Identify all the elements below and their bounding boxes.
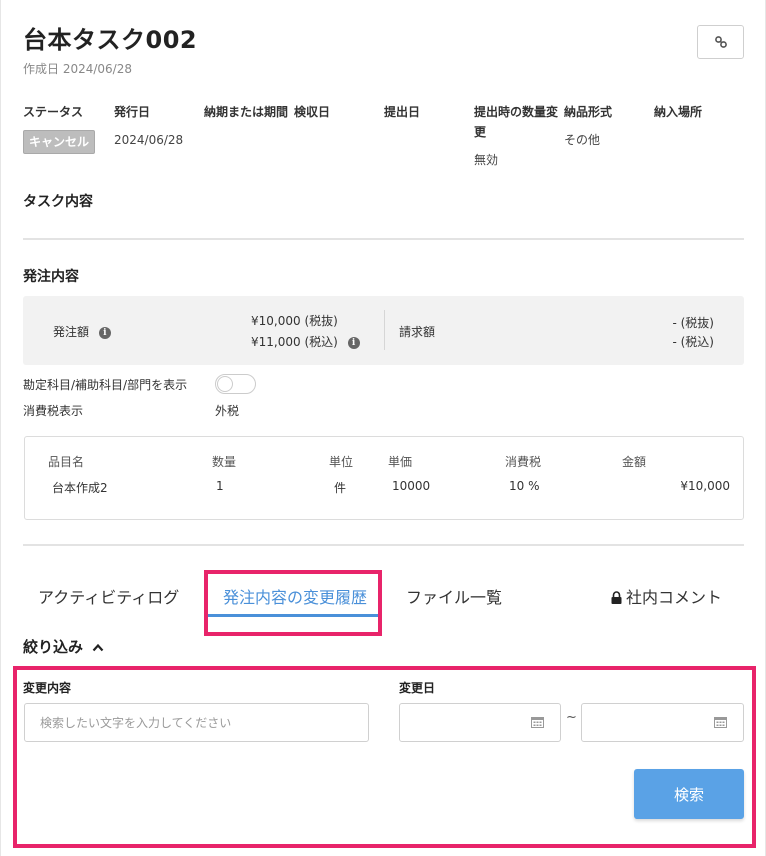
tab-file-list[interactable]: ファイル一覧 [406, 584, 502, 608]
calendar-icon[interactable] [714, 716, 727, 728]
item-qty-cell: 1 [216, 479, 224, 493]
item-price-cell: 10000 [392, 479, 431, 493]
tab-internal-comments[interactable]: 社内コメント [611, 584, 722, 608]
change-content-label: 変更内容 [23, 681, 72, 695]
tax-display-value: 外税 [215, 404, 240, 418]
delivery-format-label: 納品形式 [564, 105, 613, 119]
order-heading: 発注内容 [23, 269, 79, 285]
copy-link-button[interactable] [697, 25, 744, 59]
tab-activity-log[interactable]: アクティビティログ [38, 584, 179, 608]
tab-bar: アクティビティログ 発注内容の変更履歴 ファイル一覧 社内コメント [23, 570, 744, 622]
tab-internal-comments-label: 社内コメント [626, 588, 723, 607]
task-content-heading: タスク内容 [23, 194, 93, 210]
chevron-up-icon [92, 643, 104, 652]
show-accounts-label: 勘定科目/補助科目/部門を表示 [23, 378, 188, 392]
order-amount-incl: ¥11,000 (税込) [251, 335, 338, 349]
info-icon[interactable]: i [98, 326, 111, 339]
tab-highlight-frame [204, 570, 382, 636]
filter-highlight-frame [13, 666, 756, 848]
qty-change-label: 提出時の数量変更 [474, 105, 559, 139]
issue-date-value: 2024/06/28 [114, 133, 184, 147]
column-header: 単価 [388, 455, 413, 469]
toggle-knob [217, 376, 233, 392]
order-amount-label-wrap: 発注額 i [53, 323, 111, 340]
order-summary: 発注額 i ¥10,000 (税抜) ¥11,000 (税込) i 請求額 - … [23, 296, 744, 365]
delivery-place-label: 納入場所 [654, 105, 703, 119]
due-label: 納期または期間 [204, 105, 289, 119]
meta-issue-date: 発行日 2024/06/28 [114, 102, 199, 150]
search-button[interactable]: 検索 [634, 769, 744, 819]
meta-qty-change: 提出時の数量変更 無効 [474, 102, 558, 170]
invoice-label: 請求額 [399, 325, 436, 339]
meta-delivery-format: 納品形式 その他 [564, 102, 648, 150]
change-date-label: 変更日 [399, 681, 436, 695]
item-tax-cell: 10 % [509, 479, 540, 493]
item-name-cell: 台本作成2 [52, 481, 108, 495]
divider [23, 544, 744, 546]
order-amount-excl: ¥10,000 (税抜) [251, 314, 338, 328]
order-amount-label: 発注額 [53, 325, 90, 339]
column-header: 品目名 [48, 455, 85, 469]
meta-due: 納期または期間 [204, 102, 288, 122]
qty-change-value: 無効 [474, 153, 499, 167]
change-content-input[interactable] [24, 703, 369, 742]
link-icon [714, 36, 727, 48]
calendar-icon[interactable] [531, 716, 544, 728]
delivery-format-value: その他 [564, 133, 601, 147]
submit-label: 提出日 [384, 105, 421, 119]
column-header: 単位 [329, 455, 354, 469]
lock-icon [611, 591, 622, 604]
status-label: ステータス [23, 105, 84, 119]
inspection-label: 検収日 [294, 105, 331, 119]
show-accounts-toggle[interactable] [215, 374, 256, 394]
item-amount-cell: ¥10,000 [680, 479, 730, 493]
filter-toggle[interactable]: 絞り込み [23, 636, 104, 657]
page: 台本タスク002 作成日 2024/06/28 ステータス キャンセル 発行日 … [0, 0, 766, 856]
date-range-separator: ~ [566, 710, 577, 725]
meta-status: ステータス キャンセル [23, 102, 108, 154]
meta-submit: 提出日 [384, 102, 468, 122]
filter-heading: 絞り込み [23, 638, 84, 656]
order-amount-incl-wrap: ¥11,000 (税込) i [251, 333, 360, 350]
meta-inspection: 検収日 [294, 102, 378, 122]
status-badge: キャンセル [23, 130, 96, 154]
invoice-excl: - (税抜) [672, 316, 714, 330]
page-title: 台本タスク002 [23, 26, 198, 54]
created-date: 作成日 2024/06/28 [23, 62, 132, 76]
divider [384, 310, 385, 350]
invoice-incl: - (税込) [672, 335, 714, 349]
column-header: 消費税 [505, 455, 542, 469]
item-unit-cell: 件 [334, 481, 347, 495]
info-icon[interactable]: i [347, 336, 360, 349]
column-header: 数量 [212, 455, 237, 469]
meta-delivery-place: 納入場所 [654, 102, 744, 122]
column-header: 金額 [622, 455, 647, 469]
items-table: 品目名 数量 単位 単価 消費税 金額 台本作成2 1 件 10000 10 %… [24, 436, 744, 520]
tax-display-label: 消費税表示 [23, 404, 84, 418]
divider [23, 238, 744, 240]
issue-date-label: 発行日 [114, 105, 151, 119]
